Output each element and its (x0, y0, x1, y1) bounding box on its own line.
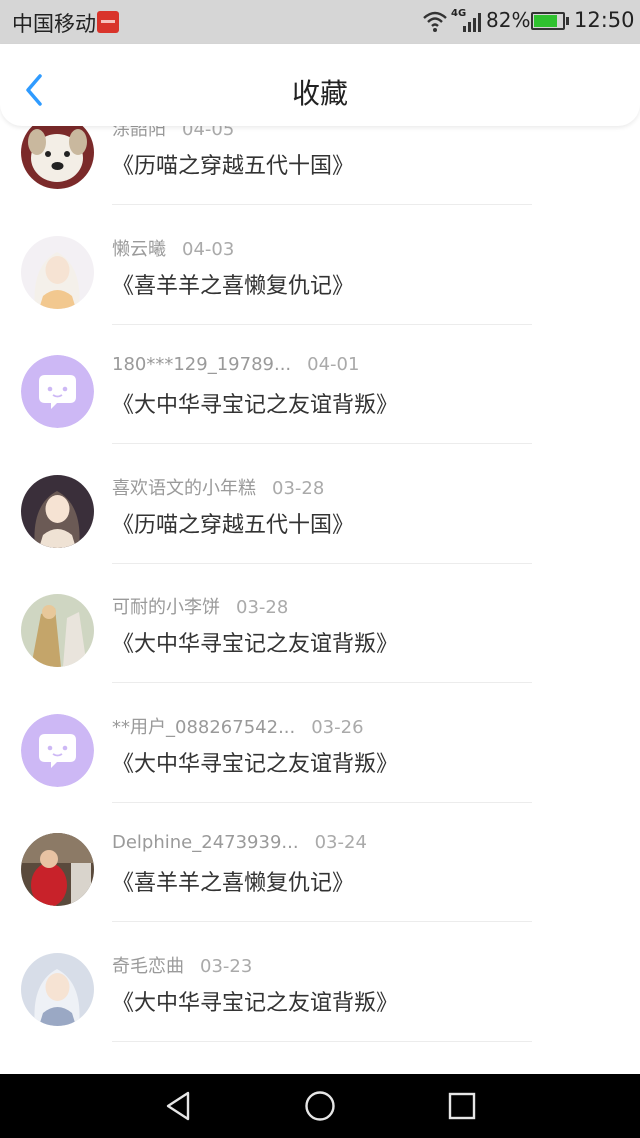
battery-level (534, 15, 557, 27)
battery-percent: 82% (486, 8, 531, 32)
circle-home-icon[interactable] (302, 1088, 338, 1124)
divider (112, 443, 532, 444)
item-meta: 180***129_19789... 04-01 (112, 354, 359, 375)
item-meta: **用户_088267542... 03-26 (112, 713, 364, 739)
item-meta: 可耐的小李饼 03-28 (112, 593, 288, 619)
item-date: 04-01 (307, 354, 360, 375)
user-name[interactable]: 懒云曦 (112, 235, 166, 261)
item-date: 03-23 (200, 955, 253, 977)
chat-bubble-icon[interactable] (21, 713, 94, 787)
item-date: 03-24 (314, 832, 367, 853)
navigation-bar (0, 1074, 640, 1138)
avatar[interactable] (21, 594, 94, 667)
divider (112, 562, 532, 564)
divider (112, 921, 532, 922)
divider (112, 323, 532, 325)
list-item[interactable]: 可耐的小李饼 03-28 《大中华寻宝记之友谊背叛》 (0, 592, 640, 711)
list-item[interactable]: **用户_088267542... 03-26 《大中华寻宝记之友谊背叛》 (0, 712, 640, 831)
battery-cap (566, 17, 569, 25)
list-item[interactable]: 懒云曦 04-03 《喜羊羊之喜懒复仇记》 (0, 234, 640, 353)
clock: 12:50 (574, 8, 635, 32)
user-name[interactable]: 奇毛恋曲 (112, 952, 184, 978)
item-meta: Delphine_2473939... 03-24 (112, 832, 367, 853)
battery-icon (531, 12, 565, 30)
avatar[interactable] (21, 235, 94, 309)
user-name[interactable]: 180***129_19789... (112, 354, 291, 375)
list-item[interactable]: 涂韶阳 04-05 《历喵之穿越五代十国》 (0, 126, 640, 233)
triangle-back-icon[interactable] (160, 1088, 196, 1124)
signal-icon (463, 13, 481, 32)
user-name[interactable]: 涂韶阳 (112, 126, 166, 141)
list-item[interactable]: 奇毛恋曲 03-23 《大中华寻宝记之友谊背叛》 (0, 951, 640, 1070)
carrier-badge-icon (97, 11, 119, 33)
item-meta: 奇毛恋曲 03-23 (112, 952, 252, 978)
page-title: 收藏 (291, 77, 348, 110)
carrier-name: 中国移动 (12, 12, 96, 36)
divider (112, 204, 532, 205)
favorites-list[interactable]: 涂韶阳 04-05 《历喵之穿越五代十国》 懒云曦 04-03 《喜羊羊之喜懒复仇记》 18… (0, 126, 640, 1074)
user-name[interactable]: 可耐的小李饼 (112, 593, 220, 619)
avatar[interactable] (21, 952, 94, 1026)
item-meta: 喜欢语文的小年糕 03-28 (112, 474, 324, 500)
list-item[interactable]: 喜欢语文的小年糕 03-28 《历喵之穿越五代十国》 (0, 473, 640, 592)
avatar[interactable] (21, 126, 94, 189)
list-item[interactable]: 180***129_19789... 04-01 《大中华寻宝记之友谊背叛》 (0, 353, 640, 472)
work-title[interactable]: 《大中华寻宝记之友谊背叛》 (112, 387, 398, 419)
status-bar: 中国移动 4G 82% 12:50 (0, 0, 640, 44)
item-date: 03-26 (311, 716, 364, 738)
item-meta: 涂韶阳 04-05 (112, 126, 234, 141)
user-name[interactable]: **用户_088267542... (112, 713, 295, 739)
square-recents-icon[interactable] (444, 1088, 480, 1124)
item-date: 04-05 (182, 126, 235, 140)
work-title[interactable]: 《喜羊羊之喜懒复仇记》 (112, 865, 354, 897)
divider (112, 801, 532, 803)
work-title[interactable]: 《历喵之穿越五代十国》 (112, 507, 354, 539)
divider (112, 682, 532, 683)
chat-bubble-icon[interactable] (21, 355, 94, 428)
item-meta: 懒云曦 04-03 (112, 235, 234, 261)
divider (112, 1040, 532, 1042)
user-name[interactable]: 喜欢语文的小年糕 (112, 474, 256, 500)
avatar[interactable] (21, 833, 94, 906)
work-title[interactable]: 《大中华寻宝记之友谊背叛》 (112, 746, 398, 778)
wifi-icon (423, 11, 447, 32)
user-name[interactable]: Delphine_2473939... (112, 832, 299, 853)
work-title[interactable]: 《大中华寻宝记之友谊背叛》 (112, 985, 398, 1017)
item-date: 04-03 (182, 238, 235, 260)
work-title[interactable]: 《喜羊羊之喜懒复仇记》 (112, 268, 354, 300)
list-item[interactable]: Delphine_2473939... 03-24 《喜羊羊之喜懒复仇记》 (0, 831, 640, 950)
page-header: 收藏 (0, 44, 640, 126)
avatar[interactable] (21, 474, 94, 548)
item-date: 03-28 (236, 597, 289, 618)
work-title[interactable]: 《历喵之穿越五代十国》 (112, 148, 354, 180)
item-date: 03-28 (272, 477, 325, 499)
work-title[interactable]: 《大中华寻宝记之友谊背叛》 (112, 626, 398, 658)
